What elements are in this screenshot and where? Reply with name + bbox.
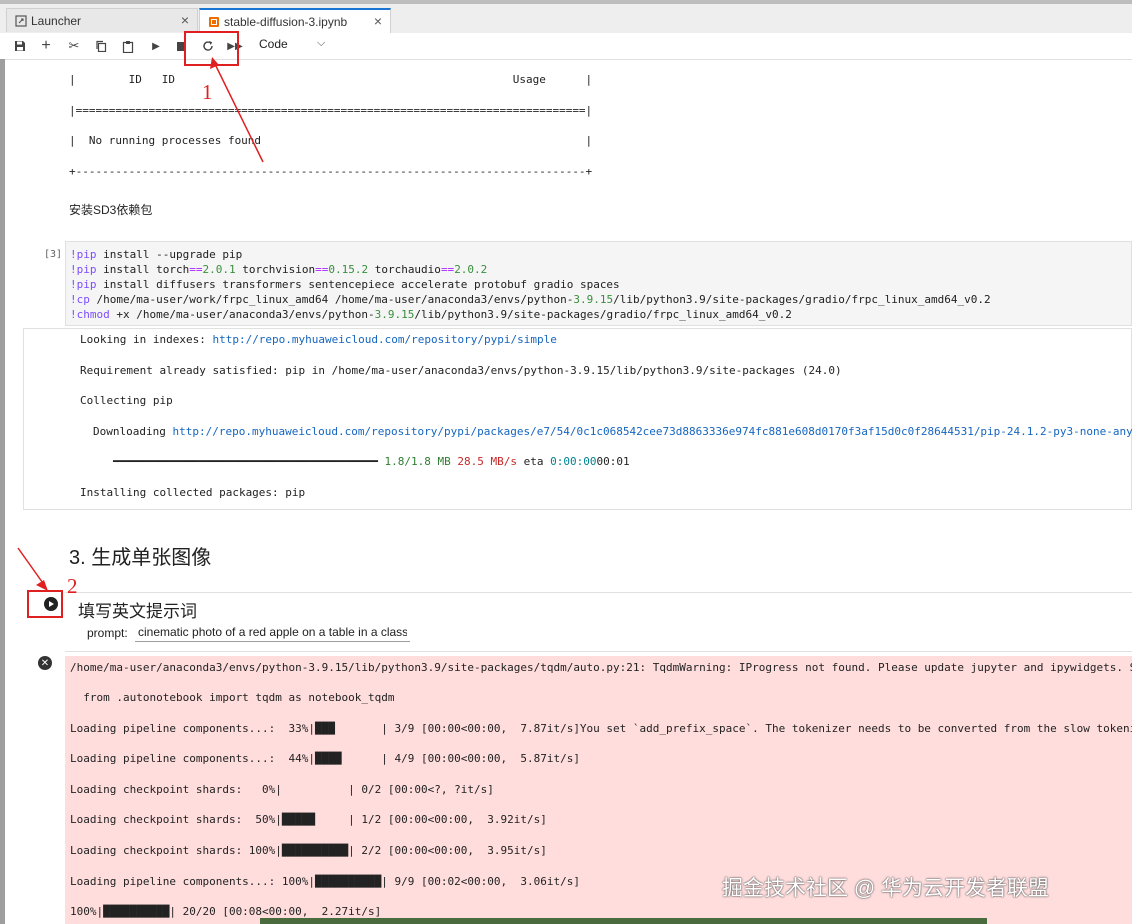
output-line: Loading checkpoint shards: 100%|████████… [70,844,547,857]
code-line: !pip install diffusers transformers sent… [70,278,620,291]
tab-label: Launcher [31,13,82,28]
save-icon[interactable] [11,37,29,55]
tab-label: stable-diffusion-3.ipynb [224,15,348,29]
output-line: Looking in indexes: http://repo.myhuawei… [80,333,557,346]
output-line: Loading checkpoint shards: 0%| | 0/2 [00… [70,783,494,796]
download-url-link[interactable]: http://repo.myhuaweicloud.com/repository… [172,425,1132,438]
add-cell-icon[interactable]: + [37,37,55,55]
code-cell[interactable]: !pip install --upgrade pip !pip install … [65,241,1132,326]
copy-icon[interactable] [92,37,110,55]
output-line: |=======================================… [69,104,593,117]
progress-bar: ━━━━━━━━━━━━━━━━━━━━━━━━━━━━━━━━━━━━━━━━ [113,455,378,468]
tab-launcher[interactable]: Launcher × [6,8,198,32]
prompt-label: prompt: [87,626,128,640]
cut-icon[interactable]: ✂ [65,37,83,55]
annotation-number: 2 [67,574,78,598]
annotation-box-run [27,590,63,618]
output-line: | ID ID Usage | [69,73,593,86]
launcher-icon [15,14,27,27]
output-line: /home/ma-user/anaconda3/envs/python-3.9.… [70,661,1132,674]
cell-prompt: [3] [44,249,63,260]
image-output-edge [260,918,987,924]
cell-output: Looking in indexes: http://repo.myhuawei… [23,328,1132,510]
form-title: 填写英文提示词 [78,602,197,621]
code-line: !chmod +x /home/ma-user/anaconda3/envs/p… [70,308,792,321]
section-heading: 3. 生成单张图像 [69,547,212,569]
left-scroll-track [0,59,5,924]
notebook-icon [208,16,220,28]
index-url-link[interactable]: http://repo.myhuaweicloud.com/repository… [212,333,556,346]
markdown-cell[interactable]: 安装SD3依赖包 [69,201,152,218]
notebook-toolbar: + ✂ ▶ ▶▶ Code ⌵ [0,33,1132,60]
download-progress-line: ━━━━━━━━━━━━━━━━━━━━━━━━━━━━━━━━━━━━━━━━… [113,455,630,468]
watermark: 掘金技术社区 @ 华为云开发者联盟 [722,877,1049,900]
paste-icon[interactable] [119,37,137,55]
output-line: +---------------------------------------… [69,165,593,178]
tab-bar: Launcher × stable-diffusion-3.ipynb × [0,0,1132,34]
run-icon[interactable]: ▶ [147,37,165,55]
code-line: !cp /home/ma-user/work/frpc_linux_amd64 … [70,293,991,306]
output-line: Requirement already satisfied: pip in /h… [80,364,842,377]
output-line: Loading pipeline components...: 100%|███… [70,875,580,888]
cell-type-select[interactable]: Code [259,37,288,51]
output-line: Loading checkpoint shards: 50%|█████ | 1… [70,813,547,826]
chevron-down-icon[interactable]: ⌵ [317,37,325,50]
output-line: Downloading http://repo.myhuaweicloud.co… [93,425,1132,439]
output-line: Installing collected packages: pip [80,486,306,499]
annotation-number: 1 [202,80,213,104]
output-line: 100%|██████████| 20/20 [00:08<00:00, 2.2… [70,905,382,918]
annotation-box-restart [184,31,239,66]
output-line: Collecting pip [80,394,173,407]
code-line: !pip install torch==2.0.1 torchvision==0… [70,263,488,276]
close-icon[interactable]: × [374,13,382,29]
error-icon[interactable]: ✕ [38,656,52,670]
output-line: from .autonotebook import tqdm as notebo… [70,691,395,704]
output-line: | No running processes found | [69,134,593,147]
code-line: !pip install --upgrade pip [70,248,243,261]
prompt-input[interactable] [135,623,410,642]
form-cell[interactable] [65,592,1132,652]
close-icon[interactable]: × [181,12,189,28]
output-line: Loading pipeline components...: 33%|███ … [70,722,1132,735]
output-line: Loading pipeline components...: 44%|████… [70,752,580,765]
